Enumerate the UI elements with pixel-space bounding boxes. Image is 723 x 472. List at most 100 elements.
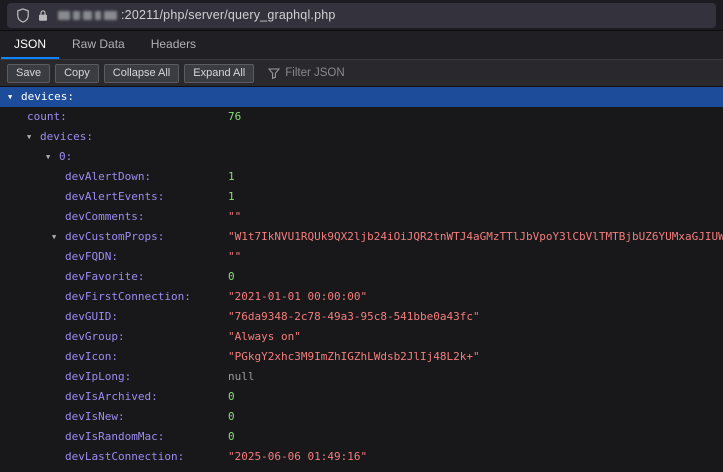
row-value: null <box>228 367 723 387</box>
tree-row-count[interactable]: count: 76 <box>0 107 723 127</box>
tree-row-devCustomProps[interactable]: ▼devCustomProps:"W1t7IkNVU1RQUk9QX2ljb24… <box>0 227 723 247</box>
redacted-host <box>58 11 117 20</box>
filter-json-input[interactable]: Filter JSON <box>268 67 344 79</box>
row-value <box>228 147 723 167</box>
browser-window: :20211/php/server/query_graphql.php JSON… <box>0 0 723 472</box>
row-label-cell: devFQDN: <box>0 247 228 267</box>
row-indent <box>0 247 65 267</box>
row-label-cell: devGUID: <box>0 307 228 327</box>
row-indent <box>0 147 46 167</box>
redacted-block <box>83 11 92 20</box>
row-key: devGroup: <box>65 327 125 347</box>
tree-row-devFirstConnection[interactable]: devFirstConnection: "2021-01-01 00:00:00" <box>0 287 723 307</box>
jsonviewer-toolbar: Save Copy Collapse All Expand All Filter JS… <box>0 60 723 87</box>
url-text: :20211/php/server/query_graphql.php <box>121 8 336 22</box>
row-label-cell: devComments: <box>0 207 228 227</box>
row-indent <box>0 207 65 227</box>
row-label-cell: ▼devices: <box>0 87 228 107</box>
tree-row-devFavorite[interactable]: devFavorite:0 <box>0 267 723 287</box>
row-key: 0: <box>59 147 72 167</box>
tree-row-devGroup[interactable]: devGroup:"Always on" <box>0 327 723 347</box>
row-indent <box>0 187 65 207</box>
row-indent <box>0 407 65 427</box>
row-indent <box>0 287 65 307</box>
redacted-block <box>95 11 101 20</box>
tree-row-devFQDN[interactable]: devFQDN: "" <box>0 247 723 267</box>
row-indent <box>0 127 27 147</box>
redacted-block <box>104 11 117 20</box>
redacted-block <box>73 11 80 20</box>
row-label-cell: devIsNew: <box>0 407 228 427</box>
row-label-cell: devIsArchived: <box>0 387 228 407</box>
row-key: devFQDN: <box>65 247 118 267</box>
tree-row-0[interactable]: ▼0: <box>0 147 723 167</box>
url-bar[interactable]: :20211/php/server/query_graphql.php <box>7 3 716 28</box>
row-label-cell: devIsRandomMac: <box>0 427 228 447</box>
browser-toolbar: :20211/php/server/query_graphql.php <box>0 0 723 31</box>
row-key: devIsNew: <box>65 407 125 427</box>
row-value: "76da9348-2c78-49a3-95c8-541bbe0a43fc" <box>228 307 723 327</box>
tree-row-devAlertDown[interactable]: devAlertDown: 1 <box>0 167 723 187</box>
row-value <box>228 127 723 147</box>
row-key: devIsRandomMac: <box>65 427 164 447</box>
tree-row-devGUID[interactable]: devGUID: "76da9348-2c78-49a3-95c8-541bbe0… <box>0 307 723 327</box>
json-tree: ▼devices:count:76▼devices:▼0:devAlertDow… <box>0 87 723 472</box>
row-indent <box>0 327 65 347</box>
save-button[interactable]: Save <box>7 64 50 83</box>
row-key: devGUID: <box>65 307 118 327</box>
tree-row-devIsNew[interactable]: devIsNew: 0 <box>0 407 723 427</box>
tree-row-devLastConnection[interactable]: devLastConnection:"2025-06-06 01:49:16" <box>0 447 723 467</box>
row-value: 0 <box>228 267 723 287</box>
twisty-icon[interactable]: ▼ <box>52 227 65 247</box>
row-indent <box>0 367 65 387</box>
redacted-block <box>58 11 70 20</box>
tree-row-devIpLong[interactable]: devIpLong: null <box>0 367 723 387</box>
row-label-cell: devGroup: <box>0 327 228 347</box>
row-value: 1 <box>228 167 723 187</box>
row-label-cell: devFirstConnection: <box>0 287 228 307</box>
row-value: "2021-01-01 00:00:00" <box>228 287 723 307</box>
lock-icon[interactable] <box>37 9 49 22</box>
tree-row-devComments[interactable]: devComments:"" <box>0 207 723 227</box>
collapse-all-button[interactable]: Collapse All <box>104 64 179 83</box>
tree-row-devIsArchived[interactable]: devIsArchived:0 <box>0 387 723 407</box>
row-label-cell: devFavorite: <box>0 267 228 287</box>
tab-raw-data[interactable]: Raw Data <box>59 31 138 59</box>
row-indent <box>0 447 65 467</box>
jsonviewer-tabs: JSONRaw DataHeaders <box>0 31 723 60</box>
tree-row-devIsRandomMac[interactable]: devIsRandomMac: 0 <box>0 427 723 447</box>
row-label-cell: ▼0: <box>0 147 228 167</box>
row-value: 76 <box>228 107 723 127</box>
row-indent <box>0 267 65 287</box>
twisty-icon[interactable]: ▼ <box>27 127 40 147</box>
row-indent <box>0 107 27 127</box>
twisty-icon[interactable]: ▼ <box>8 87 21 107</box>
twisty-icon[interactable]: ▼ <box>46 147 59 167</box>
row-value: 0 <box>228 427 723 447</box>
row-indent <box>0 167 65 187</box>
row-indent <box>0 347 65 367</box>
row-label-cell: devAlertDown: <box>0 167 228 187</box>
shield-icon[interactable] <box>16 8 30 23</box>
copy-button[interactable]: Copy <box>55 64 99 83</box>
tree-row-devices[interactable]: ▼devices: <box>0 127 723 147</box>
row-key: devices: <box>21 87 74 107</box>
tree-row-devAlertEvents[interactable]: devAlertEvents:1 <box>0 187 723 207</box>
tab-json[interactable]: JSON <box>1 31 59 59</box>
tree-row-devices[interactable]: ▼devices: <box>0 87 723 107</box>
toolbar-buttons: Save Copy Collapse All Expand All <box>7 64 254 83</box>
row-key: devIpLong: <box>65 367 131 387</box>
row-key: devAlertDown: <box>65 167 151 187</box>
row-label-cell: devIcon: <box>0 347 228 367</box>
row-value <box>228 87 723 107</box>
row-value: "PGkgY2xhc3M9ImZhIGZhLWdsb2JlIj48L2k+" <box>228 347 723 367</box>
row-label-cell: ▼devices: <box>0 127 228 147</box>
tree-row-devIcon[interactable]: devIcon:"PGkgY2xhc3M9ImZhIGZhLWdsb2JlIj4… <box>0 347 723 367</box>
row-value: 0 <box>228 407 723 427</box>
tab-headers[interactable]: Headers <box>138 31 209 59</box>
row-value: "" <box>228 247 723 267</box>
row-key: devFirstConnection: <box>65 287 191 307</box>
row-key: count: <box>27 107 67 127</box>
expand-all-button[interactable]: Expand All <box>184 64 254 83</box>
funnel-icon <box>268 68 280 79</box>
